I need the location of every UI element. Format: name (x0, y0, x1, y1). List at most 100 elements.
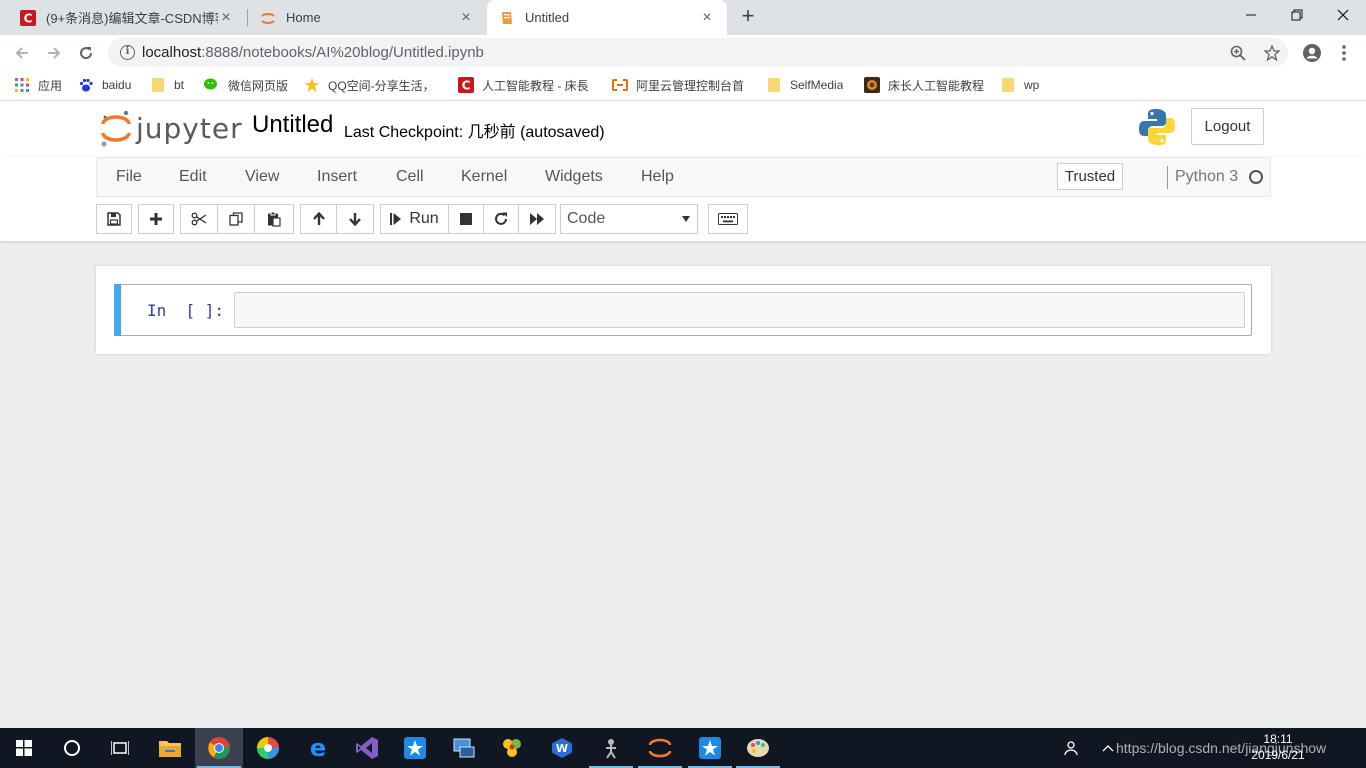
taskbar-app-figure[interactable] (587, 728, 635, 768)
cut-button[interactable] (180, 204, 218, 234)
minimize-button[interactable] (1228, 0, 1274, 30)
insert-cell-button[interactable] (138, 204, 174, 234)
save-button[interactable] (96, 204, 132, 234)
code-input-area[interactable] (234, 292, 1245, 328)
bookmark-bt[interactable]: bt (150, 76, 184, 94)
search-button[interactable] (48, 728, 96, 768)
url-text[interactable]: localhost:8888/notebooks/AI%20blog/Untit… (142, 44, 484, 61)
star-app-icon (699, 737, 721, 759)
bookmark-baidu[interactable]: baidu (78, 76, 131, 94)
logout-button[interactable]: Logout (1191, 108, 1264, 145)
notebook-name[interactable]: Untitled (252, 111, 333, 139)
start-button[interactable] (0, 728, 48, 768)
clock-time: 18:11 (1263, 732, 1293, 746)
taskbar-file-explorer[interactable] (146, 728, 194, 768)
bookmark-star-icon[interactable] (1262, 43, 1282, 63)
address-bar[interactable]: i localhost:8888/notebooks/AI%20blog/Unt… (108, 38, 1288, 67)
folder-icon (159, 741, 181, 757)
jupyter-header: jupyter Untitled Last Checkpoint: 几秒前 (a… (0, 101, 1366, 157)
tab-untitled[interactable]: Untitled × (487, 0, 727, 35)
command-palette-button[interactable] (708, 204, 748, 234)
taskbar-app-network[interactable] (440, 728, 488, 768)
close-icon[interactable]: × (218, 9, 234, 26)
paste-icon (268, 211, 281, 227)
menu-insert[interactable]: Insert (317, 168, 357, 186)
menu-file[interactable]: File (116, 168, 142, 186)
back-button[interactable] (8, 39, 36, 67)
reload-button[interactable] (72, 39, 100, 67)
input-prompt: In [ ]: (147, 301, 225, 320)
chevron-up-icon[interactable] (1102, 728, 1114, 768)
jupyter-logo[interactable]: jupyter (100, 108, 242, 148)
code-cell[interactable]: In [ ]: (114, 284, 1252, 336)
menu-widgets[interactable]: Widgets (545, 168, 603, 186)
move-up-button[interactable] (300, 204, 337, 234)
interrupt-kernel-button[interactable] (448, 204, 484, 234)
restart-kernel-button[interactable] (483, 204, 519, 234)
copy-button[interactable] (217, 204, 255, 234)
profile-button[interactable] (1298, 39, 1326, 67)
folder-icon (766, 77, 782, 93)
bookmark-aliyun[interactable]: 阿里云管理控制台首 (612, 76, 748, 94)
close-icon[interactable]: × (458, 9, 474, 26)
bookmark-chuangzhang[interactable]: 床长人工智能教程 (864, 76, 984, 94)
tab-csdn[interactable]: C (9+条消息)编辑文章-CSDN博客 × (8, 0, 246, 35)
bookmark-wechat[interactable]: 微信网页版 (204, 76, 288, 94)
bookmark-ai-tutorial[interactable]: C 人工智能教程 - 床長 (458, 76, 592, 94)
kernel-divider (1167, 166, 1168, 189)
window-close-button[interactable] (1320, 0, 1366, 30)
paste-button[interactable] (254, 204, 294, 234)
menu-edit[interactable]: Edit (179, 168, 207, 186)
taskbar-jupyter[interactable] (636, 728, 684, 768)
edge-icon: e (310, 737, 326, 759)
menu-view[interactable]: View (245, 168, 279, 186)
bookmark-selfmedia[interactable]: SelfMedia (766, 76, 843, 94)
svg-text:e: e (310, 737, 326, 759)
new-tab-button[interactable]: + (736, 5, 760, 29)
bookmark-apps[interactable]: 应用 (14, 76, 62, 94)
svg-text:W: W (556, 742, 568, 755)
chrome-menu-button[interactable] (1330, 39, 1358, 67)
taskbar-paint[interactable] (734, 728, 782, 768)
people-icon[interactable] (1064, 728, 1082, 768)
save-icon (107, 212, 121, 226)
run-button[interactable]: Run (380, 204, 449, 234)
browser-tab-strip: C (9+条消息)编辑文章-CSDN博客 × Home × Untitled ×… (0, 0, 1366, 35)
close-icon[interactable]: × (699, 9, 715, 26)
restart-run-all-button[interactable] (518, 204, 556, 234)
task-view-button[interactable] (96, 728, 144, 768)
menu-cell[interactable]: Cell (396, 168, 424, 186)
move-down-button[interactable] (336, 204, 374, 234)
taskbar-visual-studio[interactable] (343, 728, 391, 768)
arrow-down-icon (349, 213, 361, 226)
menu-help[interactable]: Help (641, 168, 674, 186)
taskbar-app-star-2[interactable] (686, 728, 734, 768)
taskbar-app-colorwheel[interactable] (244, 728, 292, 768)
forward-button[interactable] (40, 39, 68, 67)
kernel-name[interactable]: Python 3 (1175, 168, 1238, 186)
taskbar-app-star[interactable] (391, 728, 439, 768)
taskbar-wps[interactable]: W (538, 728, 586, 768)
trusted-indicator[interactable]: Trusted (1057, 163, 1123, 190)
step-forward-icon (390, 213, 402, 225)
bookmark-label: bt (174, 78, 185, 92)
taskbar-edge[interactable]: e (294, 728, 342, 768)
taskbar-app-flower[interactable] (488, 728, 536, 768)
copy-icon (229, 212, 243, 226)
bookmark-label: baidu (102, 78, 132, 92)
menu-kernel[interactable]: Kernel (461, 168, 507, 186)
bookmark-wp[interactable]: wp (1000, 76, 1039, 94)
bookmark-label: QQ空间-分享生活， (328, 78, 435, 93)
restore-button[interactable] (1274, 0, 1320, 30)
bookmark-qzone[interactable]: QQ空间-分享生活， (304, 76, 444, 94)
aliyun-icon (612, 77, 628, 93)
cell-type-select[interactable]: Code (560, 204, 698, 234)
system-clock[interactable]: 18:11 2019/6/21 (1248, 731, 1308, 763)
notebook-toolbar-area: File Edit View Insert Cell Kernel Widget… (0, 157, 1366, 241)
jupyter-logo-text: jupyter (136, 112, 243, 145)
info-icon[interactable]: i (120, 45, 135, 60)
python-logo-icon (1138, 107, 1176, 147)
tab-home[interactable]: Home × (248, 0, 486, 35)
zoom-icon[interactable] (1228, 43, 1248, 63)
taskbar-chrome[interactable] (195, 728, 243, 768)
